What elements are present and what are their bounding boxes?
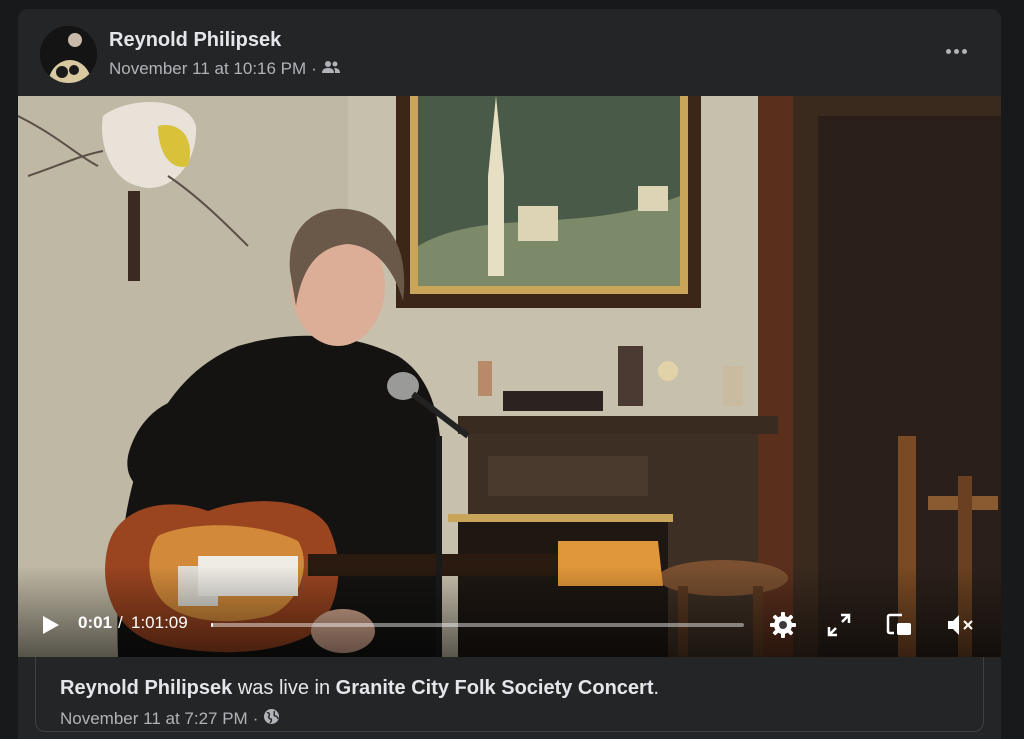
attachment-title: Reynold Philipsek was live in Granite Ci…: [60, 677, 659, 700]
picture-in-picture-button[interactable]: [884, 610, 914, 640]
attachment-separator: ·: [252, 709, 259, 728]
attachment-meta: November 11 at 7:27 PM ·: [60, 708, 280, 730]
seek-bar-progress: [211, 623, 213, 627]
attachment-verb: was live in: [232, 677, 336, 699]
more-horizontal-icon: [945, 48, 967, 54]
post-card: Reynold Philipsek November 11 at 10:16 P…: [18, 9, 1001, 739]
post-meta: November 11 at 10:16 PM ·: [109, 59, 340, 79]
video-player[interactable]: 0:01 / 1:01:09: [18, 96, 1001, 657]
volume-muted-icon: [945, 615, 975, 644]
time-separator: /: [118, 613, 123, 632]
live-event-attachment[interactable]: Reynold Philipsek was live in Granite Ci…: [35, 657, 984, 732]
picture-in-picture-icon: [884, 613, 914, 644]
fullscreen-button[interactable]: [824, 610, 854, 640]
post-header: Reynold Philipsek November 11 at 10:16 P…: [18, 9, 1001, 96]
globe-icon[interactable]: [263, 708, 280, 730]
avatar[interactable]: [40, 26, 97, 83]
meta-separator: ·: [311, 59, 317, 78]
event-name[interactable]: Granite City Folk Society Concert: [336, 677, 654, 699]
play-button[interactable]: [38, 613, 62, 637]
mute-button[interactable]: [945, 610, 975, 640]
attachment-timestamp[interactable]: November 11 at 7:27 PM: [60, 709, 248, 729]
post-timestamp[interactable]: November 11 at 10:16 PM: [109, 59, 306, 79]
seek-bar[interactable]: [211, 623, 744, 627]
author-name[interactable]: Reynold Philipsek: [109, 29, 281, 52]
total-duration: 1:01:09: [131, 613, 188, 632]
attachment-period: .: [653, 677, 660, 699]
more-options-button[interactable]: [941, 39, 971, 63]
current-time: 0:01: [78, 613, 113, 632]
fullscreen-icon: [824, 613, 854, 644]
settings-gear-icon: [768, 612, 798, 644]
attachment-author[interactable]: Reynold Philipsek: [60, 677, 232, 699]
friends-icon[interactable]: [321, 59, 340, 79]
video-controls: 0:01 / 1:01:09: [18, 595, 1001, 657]
video-frame: [18, 96, 1001, 657]
play-icon: [38, 616, 62, 641]
settings-button[interactable]: [768, 610, 798, 640]
